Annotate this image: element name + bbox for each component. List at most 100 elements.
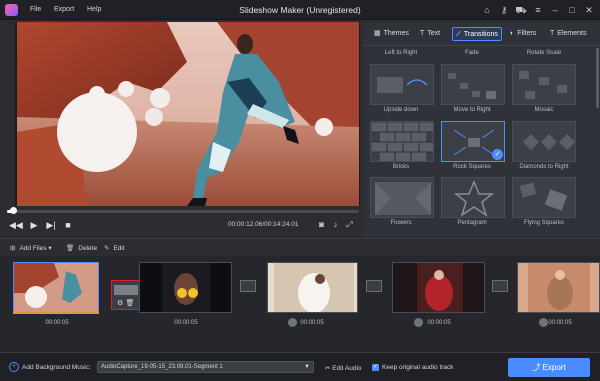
edit-label: Edit bbox=[113, 245, 125, 252]
transition-thumbnail bbox=[453, 180, 495, 217]
tab-label: Transitions bbox=[463, 31, 498, 38]
clip-5[interactable] bbox=[517, 262, 600, 313]
clip-3[interactable] bbox=[267, 262, 358, 313]
close-button[interactable]: ✕ bbox=[582, 3, 596, 17]
transition-mosaic[interactable] bbox=[512, 64, 576, 105]
stop-button[interactable]: ■ bbox=[62, 219, 74, 231]
storyboard: ⚙ 🗑 00:00:05 00:00:05 00:00:05 00:00:05 … bbox=[0, 256, 600, 352]
clip-thumbnail bbox=[518, 263, 599, 312]
transition-thumbnail bbox=[519, 71, 567, 99]
text-icon: T bbox=[420, 30, 425, 37]
background-music-value: AudioCapture_19-05-15_23.09.01-Segment 1 bbox=[101, 364, 223, 370]
edit-icon: ✎ bbox=[104, 245, 110, 252]
transition-move-to-right[interactable] bbox=[441, 64, 505, 105]
transition-slot-1[interactable]: ⚙ 🗑 bbox=[111, 280, 141, 310]
transition-label: Rotate Scale bbox=[526, 50, 562, 56]
transition-pentagram[interactable] bbox=[441, 177, 505, 218]
clip-1[interactable] bbox=[13, 262, 99, 313]
tab-filters[interactable]: ◐ Filters bbox=[507, 27, 539, 41]
transition-indicator-icon bbox=[414, 318, 423, 327]
volume-icon[interactable]: ♪ bbox=[330, 219, 341, 230]
playback-progress-bar[interactable] bbox=[7, 207, 359, 214]
clip-thumbnail bbox=[268, 263, 357, 312]
shop-icon[interactable]: ⌂ bbox=[480, 3, 494, 17]
transition-thumbnail bbox=[523, 134, 575, 150]
trash-icon: 🗑 bbox=[66, 245, 75, 252]
tab-label: Themes bbox=[383, 30, 409, 37]
transition-label: Upside down bbox=[383, 107, 419, 113]
clip-2[interactable] bbox=[139, 262, 232, 313]
rewind-button[interactable]: ◀◀ bbox=[9, 219, 23, 231]
transition-label: Pentagram bbox=[457, 220, 487, 226]
transition-slot-3[interactable] bbox=[366, 280, 382, 292]
minimize-button[interactable]: – bbox=[548, 3, 562, 17]
tab-bar: ▦ Themes T Text ⟋ Transitions ◐ Filters T Ele… bbox=[363, 22, 600, 46]
transition-label: Left to Right bbox=[384, 50, 418, 56]
transition-rock-squares[interactable]: ✓ bbox=[441, 121, 505, 162]
add-files-button[interactable]: ⊞ Add Files ▾ bbox=[10, 244, 52, 252]
snapshot-icon[interactable]: ◙ bbox=[316, 219, 327, 230]
cart-icon[interactable]: ⛟ bbox=[514, 3, 528, 17]
clip-2-duration: 00:00:05 bbox=[174, 320, 198, 326]
bottom-bar: + Add Background Music: AudioCapture_19-… bbox=[0, 352, 600, 381]
menu-icon[interactable]: ≡ bbox=[531, 3, 545, 17]
delete-button[interactable]: 🗑 Delete bbox=[66, 244, 97, 252]
tab-elements[interactable]: T Elements bbox=[547, 27, 589, 41]
background-music-select[interactable]: AudioCapture_19-05-15_23.09.01-Segment 1… bbox=[97, 361, 314, 373]
transition-bricks[interactable] bbox=[370, 121, 434, 162]
clip-1-duration: 00:00:05 bbox=[45, 320, 69, 326]
edit-button[interactable]: ✎ Edit bbox=[104, 244, 125, 252]
export-button[interactable]: ⤴ Export bbox=[508, 358, 590, 377]
transition-label: Flying Squares bbox=[523, 220, 565, 226]
add-music-icon[interactable]: + bbox=[9, 362, 19, 372]
delete-label: Delete bbox=[78, 245, 98, 252]
selected-check-icon: ✓ bbox=[492, 149, 503, 160]
transition-upside-down[interactable] bbox=[370, 64, 434, 105]
clip-thumbnail bbox=[140, 263, 231, 312]
transition-thumbnail bbox=[375, 182, 431, 215]
video-preview bbox=[15, 22, 360, 206]
themes-icon: ▦ bbox=[374, 30, 381, 37]
filters-icon: ◐ bbox=[510, 30, 515, 37]
transition-flowers[interactable] bbox=[370, 177, 434, 218]
storyboard-toolbar: ⊞ Add Files ▾ 🗑 Delete ✎ Edit bbox=[0, 238, 600, 256]
panel-scrollbar[interactable] bbox=[596, 48, 599, 108]
preview-image bbox=[17, 22, 359, 206]
elements-icon: T bbox=[550, 30, 555, 37]
transition-slot-thumbnail: ⚙ 🗑 bbox=[114, 285, 138, 307]
edit-audio-label: Edit Audio bbox=[332, 365, 362, 372]
transition-thumbnail bbox=[377, 77, 428, 93]
transitions-panel: ▦ Themes T Text ⟋ Transitions ◐ Filters T Ele… bbox=[363, 22, 600, 236]
fullscreen-icon[interactable]: ⤢ bbox=[344, 219, 355, 230]
transition-indicator-icon bbox=[539, 318, 548, 327]
tab-text[interactable]: T Text bbox=[417, 27, 443, 41]
title-bar: File Export Help Slideshow Maker (Unregi… bbox=[0, 0, 600, 20]
edit-audio-button[interactable]: ✂ Edit Audio bbox=[325, 364, 362, 372]
add-files-icon: ⊞ bbox=[10, 245, 16, 252]
play-button[interactable]: ▶ bbox=[28, 219, 40, 231]
clip-1-progress-bar bbox=[13, 312, 99, 314]
background-music-label: Add Background Music: bbox=[22, 364, 91, 371]
tab-label: Elements bbox=[557, 30, 587, 37]
transition-slot-2[interactable] bbox=[240, 280, 256, 292]
playback-scrubber[interactable] bbox=[10, 207, 18, 214]
transition-label: Flowers bbox=[390, 220, 412, 226]
tab-transitions[interactable]: ⟋ Transitions bbox=[452, 27, 502, 41]
clip-4[interactable] bbox=[392, 262, 485, 313]
tab-themes[interactable]: ▦ Themes bbox=[371, 27, 412, 41]
transition-slot-4[interactable] bbox=[492, 280, 508, 292]
key-icon[interactable]: ⚷ bbox=[497, 3, 511, 17]
transition-diamonds-to-right[interactable] bbox=[512, 121, 576, 162]
tab-label: Text bbox=[427, 30, 441, 37]
timecode: 00:00:12.06/00:14:24.01 bbox=[228, 221, 299, 228]
transition-thumbnail bbox=[448, 73, 496, 99]
maximize-button[interactable]: □ bbox=[565, 3, 579, 17]
step-forward-button[interactable]: ▶| bbox=[45, 219, 57, 231]
keep-audio-label: Keep original audio track bbox=[382, 364, 454, 371]
app-window: File Export Help Slideshow Maker (Unregi… bbox=[0, 0, 600, 381]
clip-thumbnail bbox=[393, 263, 484, 312]
tab-label: Filters bbox=[517, 30, 537, 37]
transition-indicator-icon bbox=[288, 318, 297, 327]
transition-flying-squares[interactable] bbox=[512, 177, 576, 218]
clip-thumbnail bbox=[14, 263, 98, 312]
